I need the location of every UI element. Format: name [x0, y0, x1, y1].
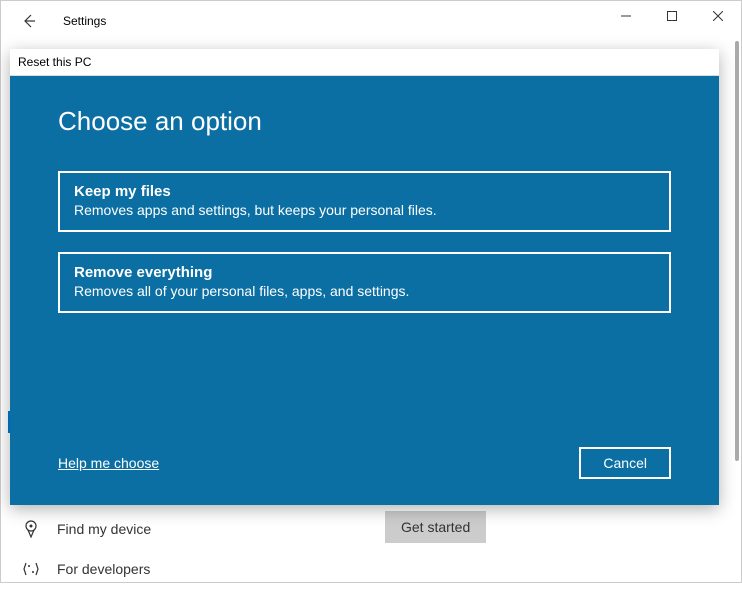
- sidebar: Find my device For developers: [17, 509, 317, 589]
- location-icon: [21, 519, 41, 539]
- window-controls: [603, 1, 741, 31]
- back-button[interactable]: [17, 9, 41, 33]
- sidebar-item-label: Find my device: [57, 521, 151, 537]
- option-description: Removes all of your personal files, apps…: [74, 283, 655, 299]
- maximize-button[interactable]: [649, 1, 695, 31]
- dialog-title: Choose an option: [58, 106, 671, 137]
- sidebar-item-label: For developers: [57, 561, 150, 577]
- option-description: Removes apps and settings, but keeps you…: [74, 202, 655, 218]
- close-button[interactable]: [695, 1, 741, 31]
- option-title: Keep my files: [74, 183, 655, 200]
- reset-pc-dialog: Reset this PC Choose an option Keep my f…: [10, 49, 719, 505]
- developer-icon: [21, 559, 41, 579]
- dialog-footer: Help me choose Cancel: [58, 447, 671, 479]
- minimize-button[interactable]: [603, 1, 649, 31]
- sidebar-item-for-developers[interactable]: For developers: [17, 549, 317, 589]
- dialog-body: Choose an option Keep my files Removes a…: [10, 76, 719, 505]
- get-started-button[interactable]: Get started: [385, 511, 486, 543]
- scrollbar[interactable]: [735, 41, 739, 461]
- cancel-button[interactable]: Cancel: [579, 447, 671, 479]
- option-keep-my-files[interactable]: Keep my files Removes apps and settings,…: [58, 171, 671, 232]
- help-me-choose-link[interactable]: Help me choose: [58, 455, 159, 471]
- option-remove-everything[interactable]: Remove everything Removes all of your pe…: [58, 252, 671, 313]
- dialog-header: Reset this PC: [10, 49, 719, 76]
- sidebar-item-find-my-device[interactable]: Find my device: [17, 509, 317, 549]
- option-title: Remove everything: [74, 264, 655, 281]
- window-title: Settings: [63, 14, 106, 28]
